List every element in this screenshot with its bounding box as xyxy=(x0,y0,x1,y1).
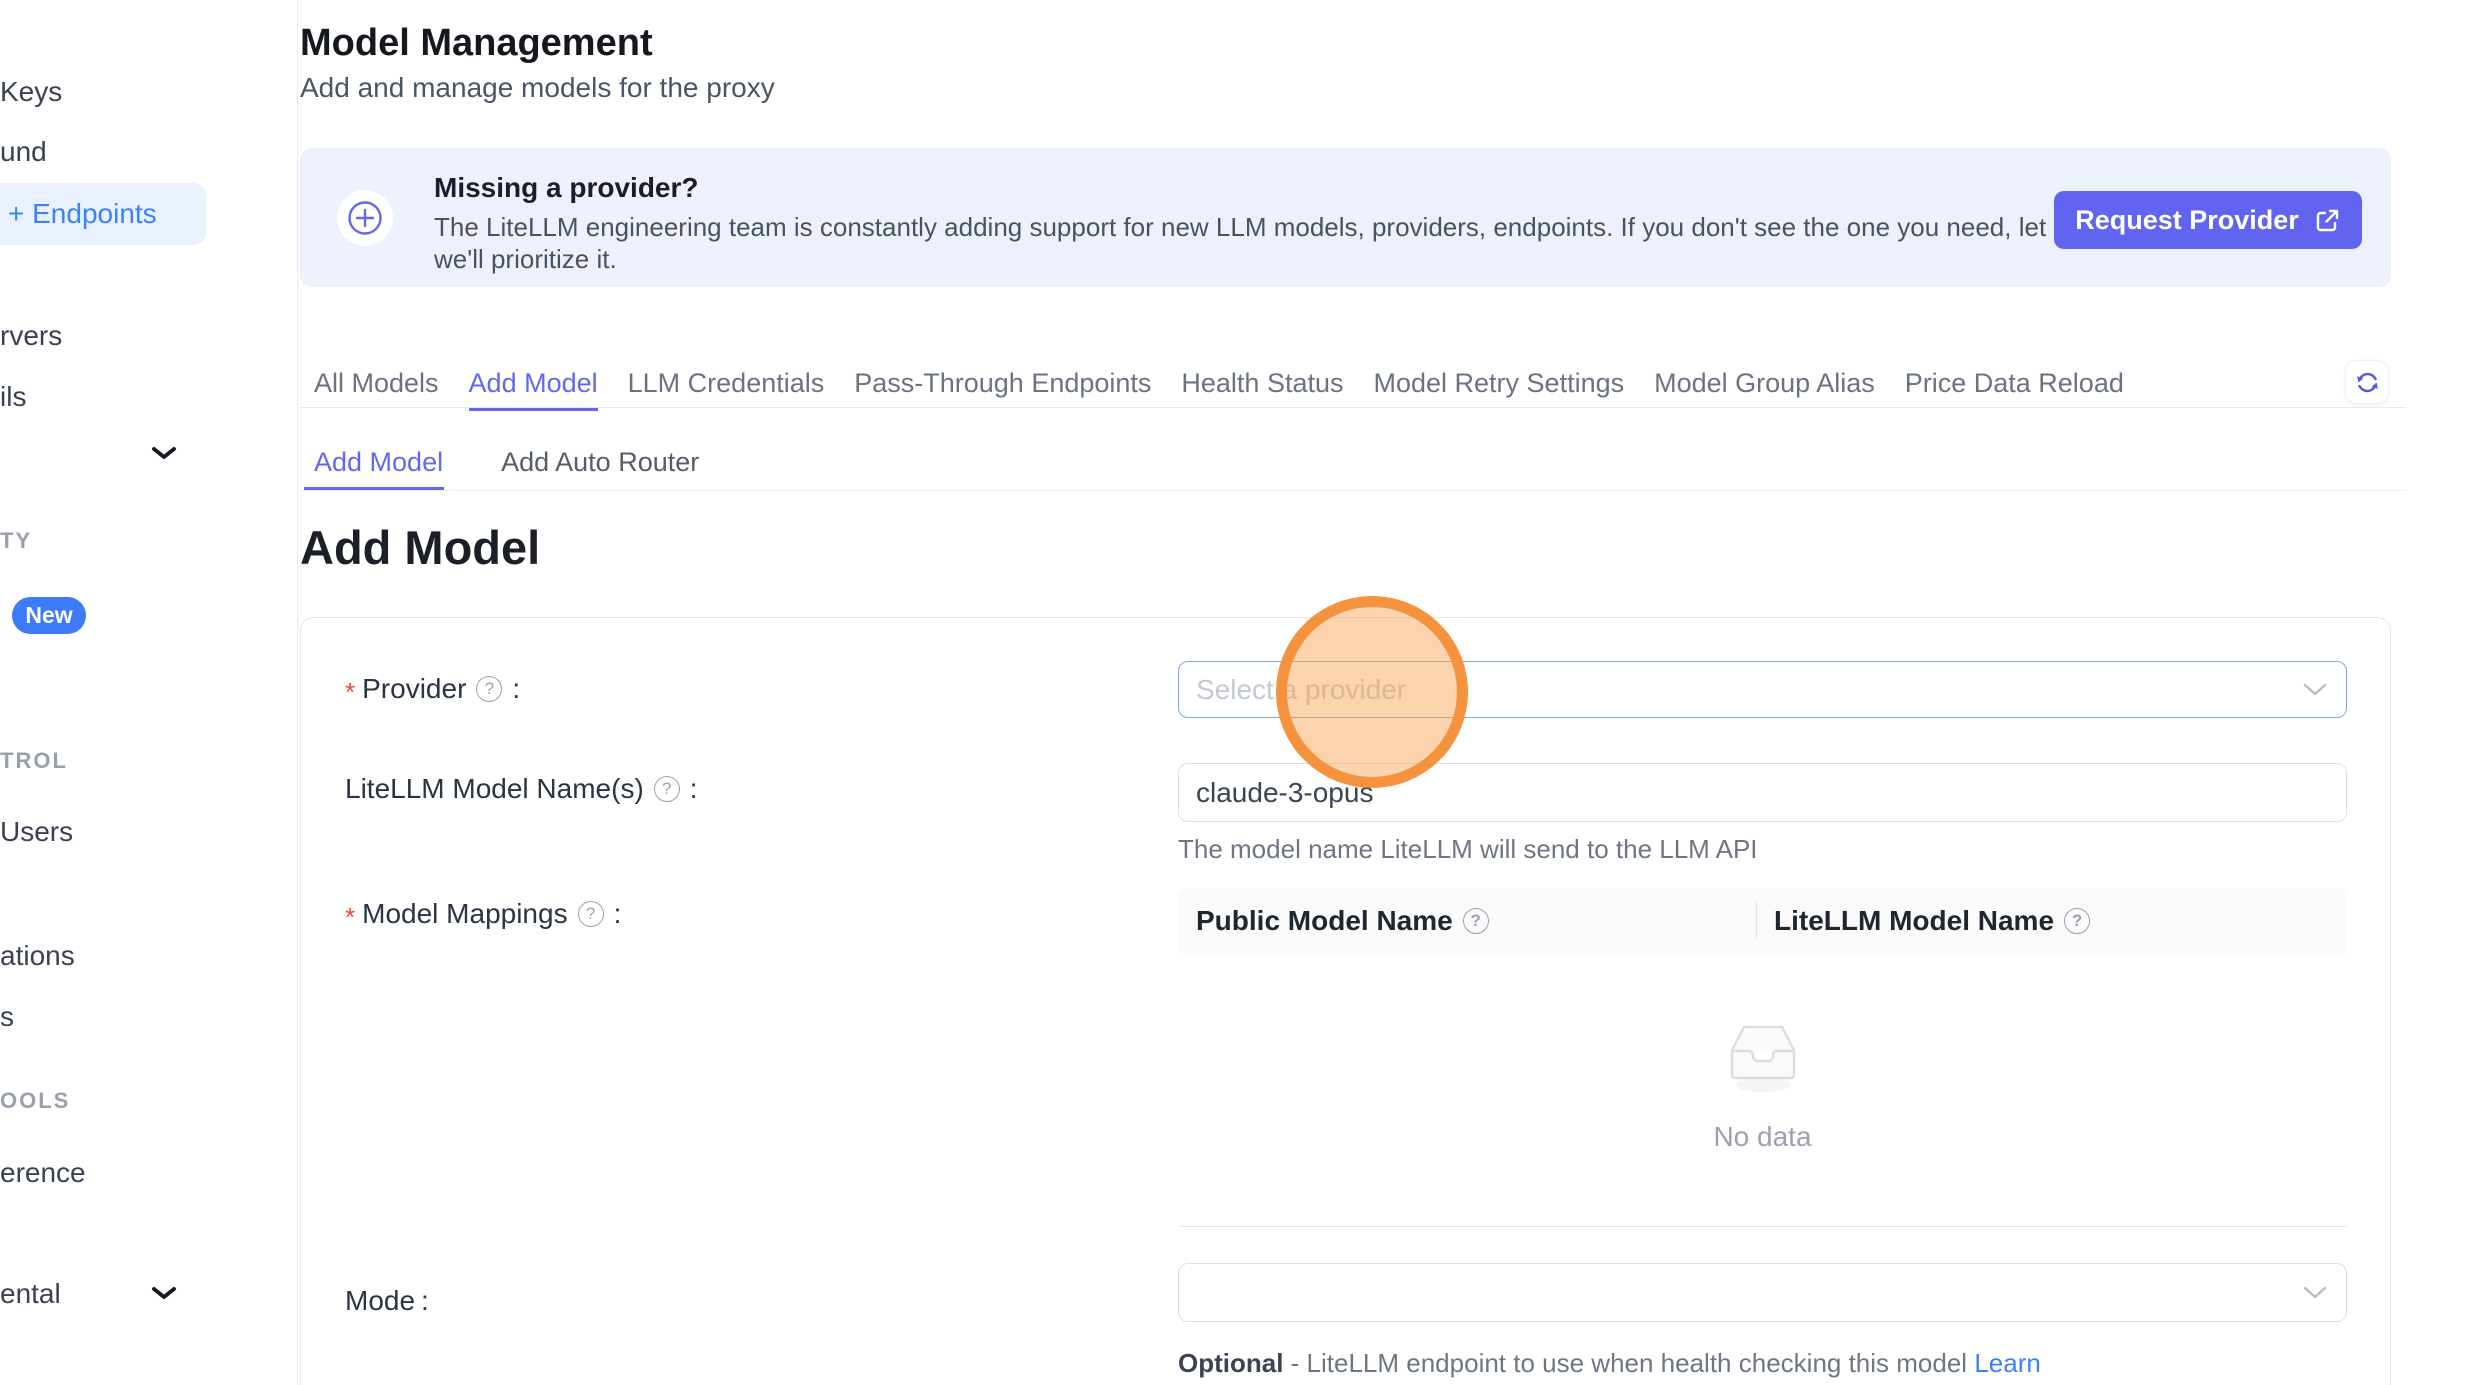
banner-text-line1: The LiteLLM engineering team is constant… xyxy=(434,212,2199,243)
tab-health-status[interactable]: Health Status xyxy=(1181,368,1343,411)
mode-footnote: Optional - LiteLLM endpoint to use when … xyxy=(1178,1348,2041,1379)
sidebar-item-users[interactable]: Users xyxy=(0,816,73,848)
model-name-label: LiteLLM Model Name(s) ? : xyxy=(345,773,698,805)
provider-label-text: Provider xyxy=(362,673,466,705)
page-subtitle: Add and manage models for the proxy xyxy=(300,72,775,104)
chevron-down-icon xyxy=(2302,1285,2328,1301)
subtab-add-auto-router[interactable]: Add Auto Router xyxy=(501,447,699,478)
chevron-down-icon xyxy=(2302,682,2328,698)
sidebar-section-header: TROL xyxy=(0,748,68,774)
sidebar-item-models-endpoints[interactable]: + Endpoints xyxy=(0,183,206,245)
help-icon[interactable]: ? xyxy=(1463,908,1489,934)
learn-link[interactable]: Learn xyxy=(1974,1348,2041,1378)
tab-pass-through-endpoints[interactable]: Pass-Through Endpoints xyxy=(854,368,1151,411)
no-data-text: No data xyxy=(1178,1121,2347,1153)
missing-provider-banner: Missing a provider? The LiteLLM engineer… xyxy=(300,148,2391,287)
request-provider-label: Request Provider xyxy=(2075,205,2299,236)
sidebar-item-organizations[interactable]: ations xyxy=(0,940,75,972)
refresh-button[interactable] xyxy=(2345,360,2389,404)
tab-model-retry-settings[interactable]: Model Retry Settings xyxy=(1374,368,1625,411)
sidebar-item-reference[interactable]: erence xyxy=(0,1157,86,1189)
sidebar-experimental-chevron[interactable] xyxy=(150,1284,178,1307)
sidebar-collapsible-item[interactable] xyxy=(150,444,178,467)
tabs-divider xyxy=(300,407,2406,408)
sidebar-item-label: + Endpoints xyxy=(8,198,157,230)
sidebar-item-keys[interactable]: Keys xyxy=(0,76,62,108)
required-asterisk: * xyxy=(345,902,355,933)
sidebar-item-guardrails[interactable]: ils xyxy=(0,381,26,413)
provider-label: * Provider ? : xyxy=(345,673,520,705)
model-mappings-label: * Model Mappings ? : xyxy=(345,898,621,930)
col-litellm-model-name: LiteLLM Model Name ? xyxy=(1756,905,2098,937)
refresh-icon xyxy=(2354,369,2381,396)
col-public-model-name: Public Model Name ? xyxy=(1178,905,1756,937)
footnote-optional: Optional xyxy=(1178,1348,1283,1378)
model-name-input[interactable]: claude-3-opus xyxy=(1178,763,2347,822)
chevron-down-icon xyxy=(150,1284,178,1302)
provider-placeholder: Select a provider xyxy=(1179,674,1406,706)
label-colon: : xyxy=(512,673,520,705)
provider-select[interactable]: Select a provider xyxy=(1178,661,2347,718)
help-icon[interactable]: ? xyxy=(578,901,604,927)
help-icon[interactable]: ? xyxy=(654,776,680,802)
mappings-table-empty-body: No data xyxy=(1178,953,2347,1227)
new-badge: New xyxy=(12,597,86,634)
subtabs-divider xyxy=(300,490,2406,491)
model-name-helper: The model name LiteLLM will send to the … xyxy=(1178,834,1758,865)
tab-add-model[interactable]: Add Model xyxy=(469,368,598,411)
empty-inbox-icon xyxy=(1713,1013,1813,1095)
model-tabs: All Models Add Model LLM Credentials Pas… xyxy=(314,368,2124,411)
header-divider xyxy=(1756,901,1757,940)
label-colon: : xyxy=(421,1285,429,1317)
banner-text-line2: we'll prioritize it. xyxy=(434,244,617,275)
required-asterisk: * xyxy=(345,677,355,708)
model-name-label-text: LiteLLM Model Name(s) xyxy=(345,773,644,805)
sidebar-section-header: TY xyxy=(0,528,32,554)
add-model-subtabs: Add Model Add Auto Router xyxy=(314,447,699,478)
mode-select[interactable] xyxy=(1178,1263,2347,1322)
mode-label-text: Mode xyxy=(345,1285,415,1317)
sidebar-item-playground[interactable]: und xyxy=(0,136,47,168)
footnote-text: - LiteLLM endpoint to use when health ch… xyxy=(1283,1348,1974,1378)
mappings-table-header: Public Model Name ? LiteLLM Model Name ? xyxy=(1178,888,2347,953)
sidebar-section-header: OOLS xyxy=(0,1088,70,1114)
label-colon: : xyxy=(614,898,622,930)
add-model-heading: Add Model xyxy=(300,520,540,575)
model-name-value: claude-3-opus xyxy=(1179,777,1373,809)
tab-all-models[interactable]: All Models xyxy=(314,368,439,411)
chevron-down-icon xyxy=(150,444,178,462)
tab-llm-credentials[interactable]: LLM Credentials xyxy=(628,368,825,411)
external-link-icon xyxy=(2314,207,2341,234)
sidebar-item-teams[interactable]: s xyxy=(0,1001,14,1033)
request-provider-button[interactable]: Request Provider xyxy=(2054,191,2362,249)
sidebar-item-experimental[interactable]: ental xyxy=(0,1278,61,1310)
plus-circle-badge xyxy=(337,190,393,246)
plus-circle-icon xyxy=(346,199,384,237)
sidebar: Keys und + Endpoints rvers ils TY New TR… xyxy=(0,0,298,1385)
label-colon: : xyxy=(690,773,698,805)
model-mappings-label-text: Model Mappings xyxy=(362,898,567,930)
mode-label: Mode : xyxy=(345,1285,429,1317)
col-litellm-model-name-text: LiteLLM Model Name xyxy=(1774,905,2054,937)
page-title: Model Management xyxy=(300,22,653,65)
sidebar-item-servers[interactable]: rvers xyxy=(0,320,62,352)
litellm-admin-page: Keys und + Endpoints rvers ils TY New TR… xyxy=(0,0,2477,1385)
help-icon[interactable]: ? xyxy=(476,676,502,702)
tab-price-data-reload[interactable]: Price Data Reload xyxy=(1905,368,2124,411)
help-icon[interactable]: ? xyxy=(2064,908,2090,934)
model-mappings-table: Public Model Name ? LiteLLM Model Name ?… xyxy=(1178,888,2347,1227)
tab-model-group-alias[interactable]: Model Group Alias xyxy=(1654,368,1875,411)
subtab-add-model[interactable]: Add Model xyxy=(314,447,443,478)
col-public-model-name-text: Public Model Name xyxy=(1196,905,1453,937)
banner-title: Missing a provider? xyxy=(434,172,699,204)
